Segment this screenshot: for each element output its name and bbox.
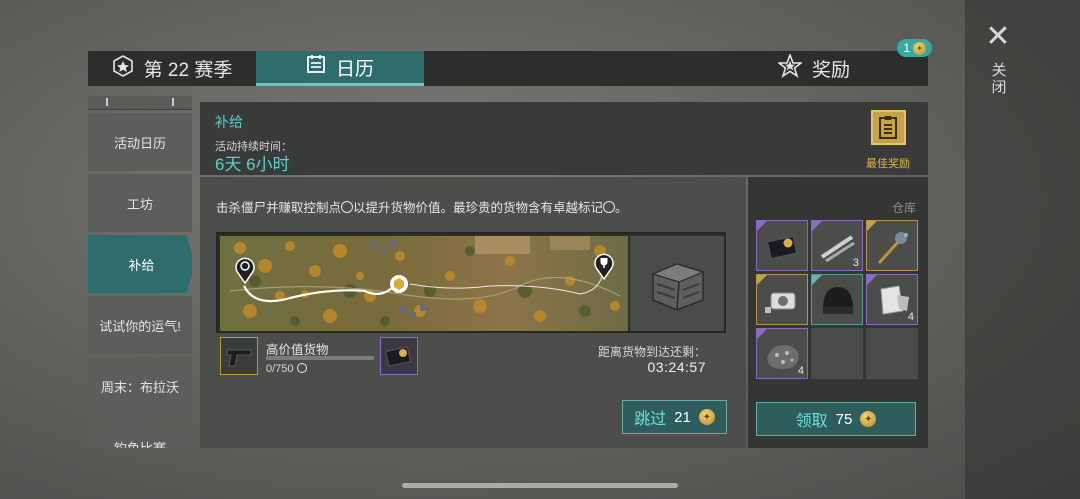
event-description: 击杀僵尸并赚取控制点 以提升货物价值。最珍贵的货物含有卓越标记。 xyxy=(216,197,628,216)
tab-rewards-label: 奖励 xyxy=(812,60,851,81)
close-button[interactable]: ✕ 关闭 xyxy=(980,22,1016,102)
route-map xyxy=(220,236,628,331)
warehouse-grid: 3 4 4 xyxy=(756,220,918,379)
card-icon xyxy=(767,235,798,260)
close-label: 关闭 xyxy=(989,62,1007,96)
season-badge-icon xyxy=(112,54,134,83)
calendar-icon xyxy=(306,54,326,80)
pistol-icon xyxy=(226,349,252,367)
control-point-icon xyxy=(341,201,354,213)
cargo-progress-bar xyxy=(266,356,374,360)
sidebar-item-label: 工坊 xyxy=(126,196,153,212)
top-tab-bar: 第 22 赛季 日历 奖励 1 ✦ xyxy=(88,39,932,86)
warehouse-slot[interactable] xyxy=(811,274,863,325)
skip-button[interactable]: 跳过 21 ✦ xyxy=(622,400,727,434)
sidebar-item-label: 周末：布拉沃 xyxy=(100,379,179,395)
warehouse: 仓库 3 4 4 领取 75 ✦ xyxy=(748,177,928,448)
sidebar: 活动日历 工坊 补给 试试你的运气! 周末：布拉沃 钓鱼比赛 xyxy=(88,96,192,448)
eta-label: 距离货物到达还剩： xyxy=(597,345,706,359)
eta-time: 03:24:57 xyxy=(647,359,706,375)
sidebar-item-label: 钓鱼比赛 xyxy=(113,440,166,449)
event-title: 补给 xyxy=(215,114,243,130)
sidebar-scroll-top xyxy=(88,96,192,110)
slot-count: 3 xyxy=(852,257,859,269)
home-indicator[interactable] xyxy=(402,483,678,488)
cargo-row: 高价值货物 0/750 距离货物到达还剩： 03:24:57 xyxy=(216,337,726,381)
description-part: 。 xyxy=(615,201,628,215)
cargo-crate xyxy=(630,236,724,331)
slot-count: 4 xyxy=(907,311,914,323)
sidebar-item-weekend-bravo[interactable]: 周末：布拉沃 xyxy=(88,357,192,415)
star-icon xyxy=(776,52,804,84)
warehouse-title: 仓库 xyxy=(891,201,916,215)
sidebar-item-workshop[interactable]: 工坊 xyxy=(88,174,192,232)
reward-list-icon[interactable] xyxy=(870,110,906,145)
tab-season[interactable]: 第 22 赛季 xyxy=(88,51,256,86)
tab-calendar[interactable]: 日历 xyxy=(256,51,424,86)
warehouse-slot[interactable]: 3 xyxy=(811,220,863,271)
description-part: 以提升货物价值。最珍贵的货物含有卓越标记 xyxy=(353,201,604,215)
route-map-box xyxy=(216,232,726,333)
card-icon xyxy=(385,346,412,367)
best-reward-label: 最佳奖励 xyxy=(866,158,910,170)
best-reward-button[interactable]: 最佳奖励 xyxy=(858,110,918,171)
claim-button[interactable]: 领取 75 ✦ xyxy=(756,402,916,436)
slot-count: 4 xyxy=(797,365,804,377)
rewards-badge: 1 ✦ xyxy=(897,39,932,57)
skip-cost: 21 xyxy=(674,408,691,426)
coin-icon: ✦ xyxy=(698,409,715,425)
warehouse-slot[interactable]: 4 xyxy=(756,328,808,379)
tab-rewards[interactable]: 奖励 1 ✦ xyxy=(776,39,932,86)
tab-season-label: 第 22 赛季 xyxy=(143,60,233,81)
crate-icon xyxy=(651,262,705,311)
tab-spacer xyxy=(424,51,778,86)
control-point-icon xyxy=(296,363,307,373)
rewards-badge-count: 1 xyxy=(903,41,910,55)
start-pin-icon xyxy=(235,257,255,284)
duration-value: 6天 6小时 xyxy=(215,155,290,174)
tab-calendar-label: 日历 xyxy=(335,58,374,80)
beanie-icon xyxy=(823,287,853,314)
warehouse-slot-empty xyxy=(811,328,863,379)
event-body: 击杀僵尸并赚取控制点 以提升货物价值。最珍贵的货物含有卓越标记。 高价值货物 0… xyxy=(200,177,746,448)
canister-icon xyxy=(765,292,796,313)
warehouse-slot[interactable] xyxy=(756,274,808,325)
coin-icon: ✦ xyxy=(860,411,877,427)
sidebar-item-supply[interactable]: 补给 xyxy=(88,235,192,293)
destination-pin-icon xyxy=(594,253,614,280)
mace-icon xyxy=(877,232,908,265)
event-panel: 补给 活动持续时间： 6天 6小时 最佳奖励 击杀僵尸并赚取控制点 以提升货物价值… xyxy=(200,102,928,448)
cargo-marker-icon xyxy=(390,275,408,293)
pistol-slot[interactable] xyxy=(220,337,258,375)
sidebar-item-fishing[interactable]: 钓鱼比赛 xyxy=(88,418,192,448)
cargo-progress-value: 0/750 xyxy=(266,363,294,375)
cargo-reward-slot[interactable] xyxy=(380,337,418,375)
description-part: 击杀僵尸并赚取控制点 xyxy=(216,201,342,215)
event-header: 补给 活动持续时间： 6天 6小时 最佳奖励 xyxy=(200,102,928,175)
sidebar-item-luck[interactable]: 试试你的运气! xyxy=(88,296,192,354)
claim-cost: 75 xyxy=(835,410,853,428)
coin-icon: ✦ xyxy=(913,41,926,55)
claim-label: 领取 xyxy=(795,413,828,430)
warehouse-slot-empty xyxy=(866,328,918,379)
skip-label: 跳过 xyxy=(634,411,667,428)
cargo-progress: 0/750 xyxy=(266,363,307,375)
warehouse-slot[interactable] xyxy=(866,220,918,271)
warehouse-slot[interactable]: 4 xyxy=(866,274,918,325)
sidebar-item-label: 试试你的运气! xyxy=(99,318,181,334)
sidebar-item-label: 活动日历 xyxy=(113,135,166,151)
excellence-mark-icon xyxy=(603,201,616,213)
close-icon[interactable]: ✕ xyxy=(985,22,1010,52)
sidebar-item-label: 补给 xyxy=(128,257,155,273)
warehouse-slot[interactable] xyxy=(756,220,808,271)
sidebar-item-event-calendar[interactable]: 活动日历 xyxy=(88,113,192,171)
